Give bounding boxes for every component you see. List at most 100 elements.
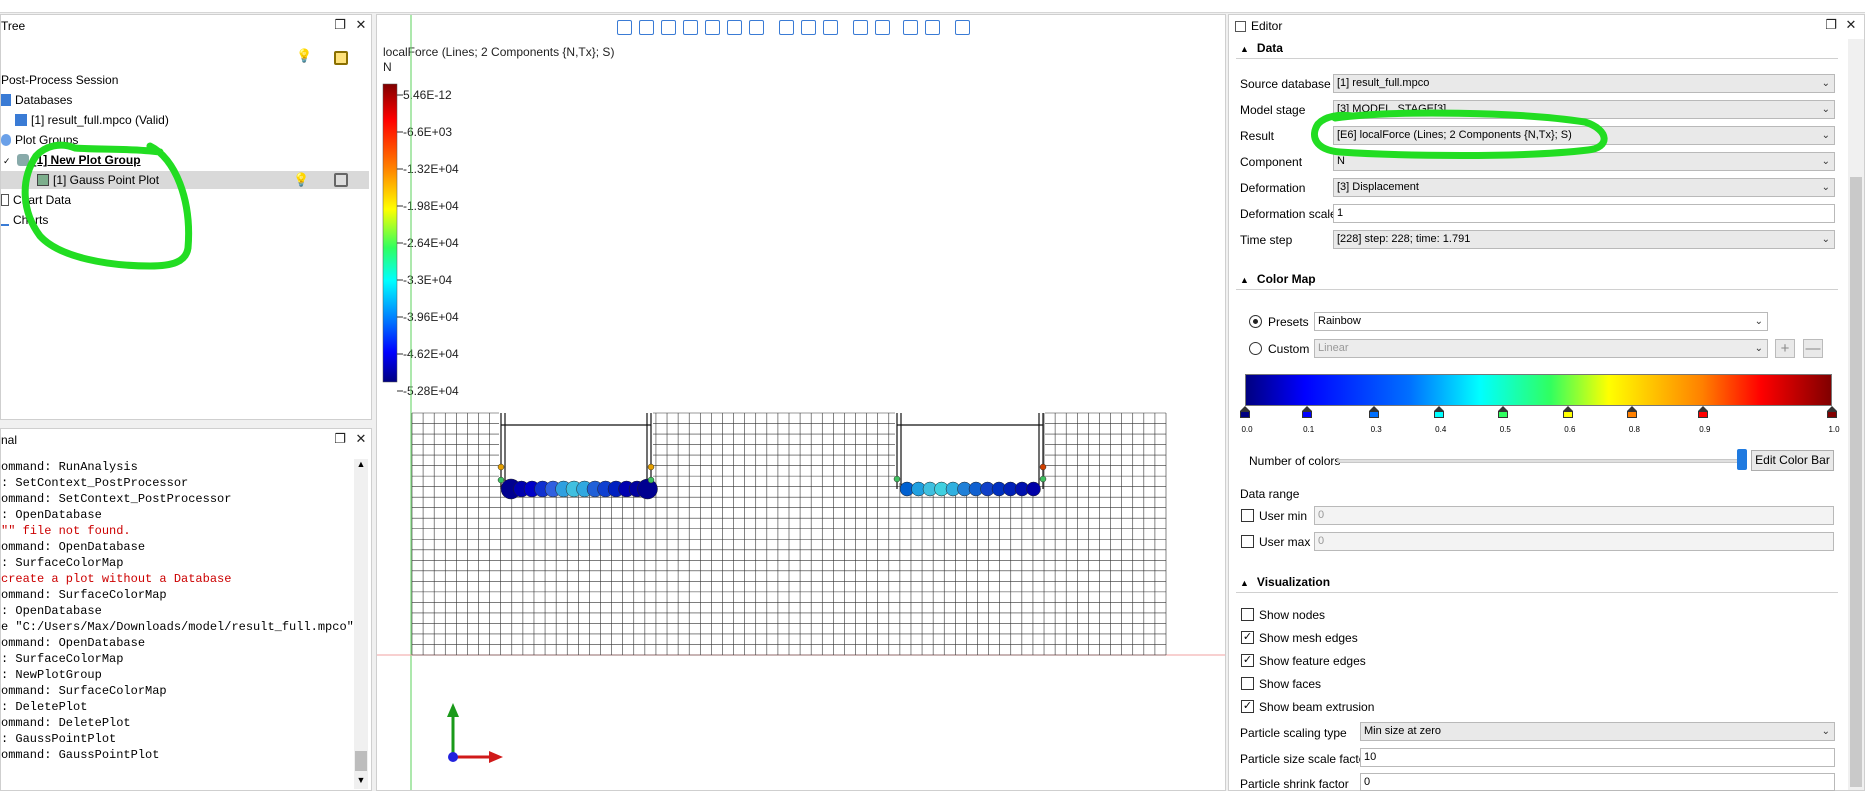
chevron-down-icon[interactable]: ⌄	[1822, 75, 1830, 92]
visualization-checkbox[interactable]: ✓	[1241, 700, 1254, 713]
viewport-pane[interactable]: localForce (Lines; 2 Components {N,Tx}; …	[376, 14, 1226, 791]
editor-scrollbar[interactable]	[1848, 39, 1864, 790]
tree-item-result-db[interactable]: [1] result_full.mpco (Valid)	[15, 111, 169, 129]
visualization-section-header[interactable]: ▲ Visualization	[1240, 575, 1330, 589]
presets-combo[interactable]: Rainbow ⌄	[1314, 312, 1768, 331]
colormap-stop-swatch[interactable]	[1433, 411, 1444, 418]
colormap-stop-swatch[interactable]	[1369, 411, 1380, 418]
tree-item-databases[interactable]: Databases	[1, 91, 72, 109]
section-divider	[1236, 58, 1838, 59]
tree-item-charts[interactable]: Charts	[1, 211, 48, 229]
colormap-stop-label: 0.4	[1435, 425, 1447, 434]
particle-shrink-input[interactable]: 0	[1360, 773, 1835, 791]
colormap-stop-swatch[interactable]	[1562, 411, 1573, 418]
colormap-stop-swatch[interactable]	[1827, 411, 1837, 418]
close-icon[interactable]: ✕	[354, 432, 368, 446]
add-icon[interactable]: +	[1775, 339, 1795, 358]
chevron-down-icon[interactable]: ⌄	[1822, 153, 1830, 170]
visualization-checkbox-label: Show faces	[1259, 677, 1322, 691]
collapse-arrow-icon[interactable]: ▲	[1240, 44, 1249, 54]
user-max-label: User max	[1259, 535, 1311, 549]
visualization-checkbox[interactable]: ✓	[1241, 631, 1254, 644]
float-icon[interactable]: ❐	[1824, 18, 1838, 32]
tree-item-new-plot-group[interactable]: ✓ [1] New Plot Group	[3, 151, 141, 169]
terminal-output[interactable]: ommand: RunAnalysis: SetContext_PostProc…	[1, 459, 353, 789]
colormap-stop-swatch[interactable]	[1301, 411, 1312, 418]
gauss-point	[647, 463, 655, 471]
user-max-checkbox[interactable]	[1241, 535, 1254, 548]
scroll-down-icon[interactable]: ▼	[354, 775, 368, 789]
close-icon[interactable]: ✕	[1844, 18, 1858, 32]
property-combo[interactable]: N ⌄	[1333, 152, 1835, 171]
particle-size-input[interactable]: 10	[1360, 748, 1835, 767]
custom-combo[interactable]: Linear ⌄	[1314, 339, 1768, 358]
gauss-point	[497, 476, 505, 484]
edit-color-bar-button[interactable]: Edit Color Bar	[1751, 450, 1834, 471]
bulb-icon[interactable]: 💡	[293, 172, 309, 188]
chevron-down-icon[interactable]: ⌄	[1822, 101, 1830, 118]
visualization-checkbox[interactable]	[1241, 608, 1254, 621]
visualization-checkbox-label: Show beam extrusion	[1259, 700, 1375, 714]
field-value: [E6] localForce (Lines; 2 Components {N,…	[1337, 129, 1572, 141]
chevron-down-icon[interactable]: ⌄	[1822, 127, 1830, 144]
section-label: Data	[1256, 41, 1283, 55]
colormap-stop-swatch[interactable]	[1697, 411, 1708, 418]
property-combo[interactable]: [E6] localForce (Lines; 2 Components {N,…	[1333, 126, 1835, 145]
scroll-thumb[interactable]	[1850, 177, 1862, 787]
model-view[interactable]: 5.46E-12-6.6E+03-1.32E+04-1.98E+04-2.64E…	[377, 15, 1225, 790]
tree-item-session[interactable]: Post-Process Session	[1, 71, 118, 89]
custom-radio[interactable]	[1249, 342, 1262, 355]
colormap-preview-bar[interactable]	[1245, 374, 1832, 406]
number-of-colors-slider-handle[interactable]	[1737, 449, 1747, 470]
chevron-down-icon[interactable]: ⌄	[1822, 179, 1830, 196]
chevron-down-icon[interactable]: ⌄	[1755, 313, 1763, 330]
colormap-section-header[interactable]: ▲ Color Map	[1240, 272, 1316, 286]
custom-label: Custom	[1268, 342, 1310, 356]
gauss-point	[647, 476, 655, 484]
bulb-icon[interactable]: 💡	[296, 48, 312, 64]
number-of-colors-slider-track[interactable]	[1337, 459, 1747, 463]
colormap-stop-label: 0.3	[1370, 425, 1382, 434]
chevron-down-icon[interactable]: ⌄	[1822, 231, 1830, 248]
presets-radio[interactable]	[1249, 315, 1262, 328]
terminal-scrollbar[interactable]: ▲ ▼	[354, 459, 368, 789]
property-combo[interactable]: [228] step: 228; time: 1.791 ⌄	[1333, 230, 1835, 249]
float-icon[interactable]: ❐	[333, 432, 347, 446]
tree-item-plot-groups[interactable]: Plot Groups	[1, 131, 78, 149]
collapse-arrow-icon[interactable]: ▲	[1240, 578, 1249, 588]
visualization-checkbox[interactable]: ✓	[1241, 654, 1254, 667]
user-max-input[interactable]: 0	[1314, 532, 1834, 551]
colormap-stop-swatch[interactable]	[1627, 411, 1638, 418]
terminal-line: create a plot without a Database	[1, 572, 232, 586]
editor-title: Editor	[1251, 19, 1283, 33]
gauss-point-particles	[497, 463, 1047, 500]
property-combo[interactable]: [1] result_full.mpco ⌄	[1333, 74, 1835, 93]
property-input[interactable]: 1	[1333, 204, 1835, 223]
remove-icon[interactable]: —	[1803, 339, 1823, 358]
tree-item-chart-data[interactable]: Chart Data	[1, 191, 71, 209]
property-combo[interactable]: [3] Displacement ⌄	[1333, 178, 1835, 197]
terminal-title-bar: nal ❐ ✕	[1, 429, 371, 451]
user-min-checkbox[interactable]	[1241, 509, 1254, 522]
scroll-thumb[interactable]	[355, 751, 367, 771]
visualization-checkbox[interactable]	[1241, 677, 1254, 690]
colormap-stop-swatch[interactable]	[1240, 411, 1250, 418]
collapse-arrow-icon[interactable]: ▲	[1240, 275, 1249, 285]
chart-icon	[1, 214, 9, 226]
close-icon[interactable]: ✕	[354, 18, 368, 32]
tree-item-gauss-point-plot[interactable]: [1] Gauss Point Plot 💡	[1, 171, 369, 189]
property-combo[interactable]: [3] MODEL_STAGE[3] ⌄	[1333, 100, 1835, 119]
user-min-input[interactable]: 0	[1314, 506, 1834, 525]
lock-icon[interactable]	[334, 51, 348, 65]
colormap-stop-swatch[interactable]	[1498, 411, 1509, 418]
tree-title: Tree	[1, 19, 26, 33]
particle-scaling-combo[interactable]: Min size at zero ⌄	[1360, 722, 1835, 741]
scroll-up-icon[interactable]: ▲	[354, 459, 368, 473]
colormap-stop-label: 1.0	[1828, 425, 1840, 434]
data-section-header[interactable]: ▲ Data	[1240, 41, 1283, 55]
lock-icon[interactable]	[334, 173, 348, 187]
chevron-down-icon[interactable]: ⌄	[1822, 723, 1830, 740]
tree-item-label: Chart Data	[13, 193, 72, 207]
expand-arrow-icon[interactable]: ✓	[3, 156, 11, 166]
float-icon[interactable]: ❐	[333, 18, 347, 32]
